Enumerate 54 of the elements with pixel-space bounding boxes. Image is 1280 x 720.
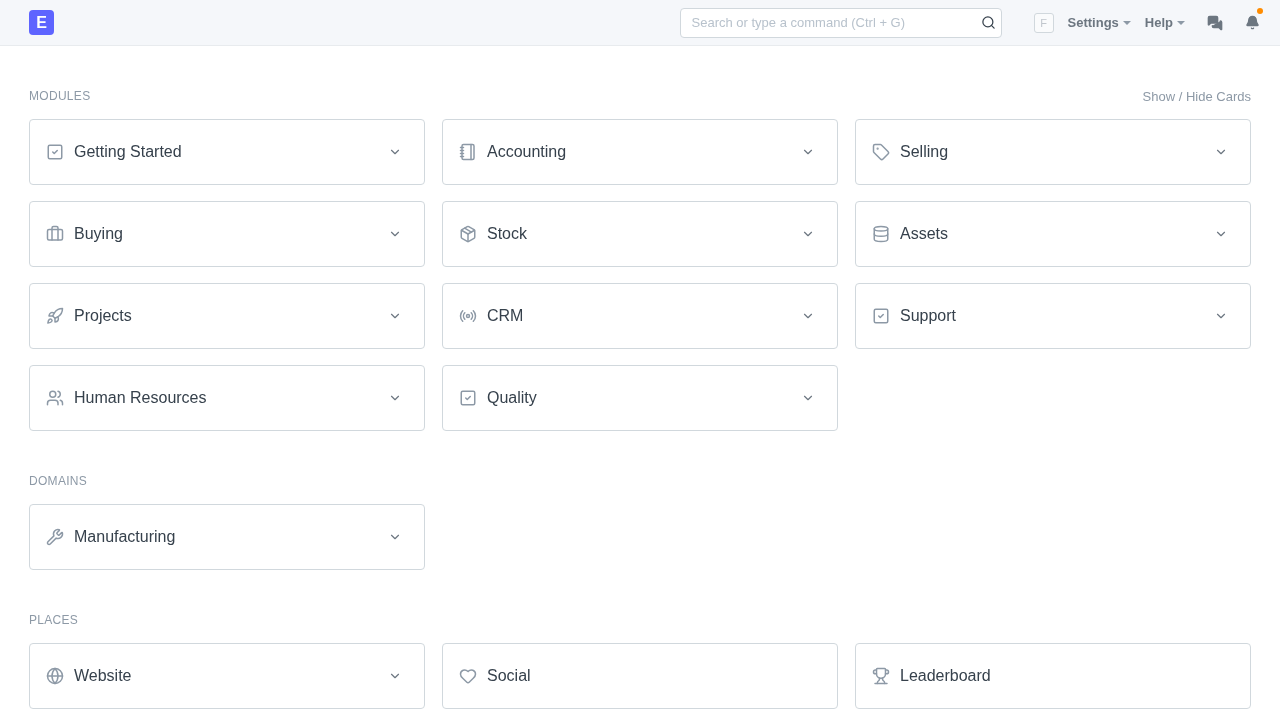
module-card[interactable]: Support xyxy=(855,283,1251,349)
tag-icon xyxy=(872,143,890,161)
card-label: Selling xyxy=(900,143,950,161)
trophy-icon xyxy=(872,667,890,685)
menu-dropdown[interactable]: Settings xyxy=(1067,15,1131,30)
people-icon xyxy=(46,389,64,407)
menu-dropdown[interactable]: Help xyxy=(1144,15,1185,30)
heart-icon xyxy=(459,667,477,685)
search-field[interactable]: Search or type a command (Ctrl + G) xyxy=(679,7,1002,38)
app-logo[interactable]: E xyxy=(29,10,54,35)
section-title: DOMAINS xyxy=(29,474,88,488)
globe-icon xyxy=(46,667,64,685)
checkbox-icon xyxy=(46,143,64,161)
module-card[interactable]: Getting Started xyxy=(29,119,425,185)
database-icon xyxy=(872,225,890,243)
checkbox-icon xyxy=(872,307,890,325)
rocket-icon xyxy=(46,307,64,325)
module-card[interactable]: Projects xyxy=(29,283,425,349)
module-card[interactable]: Social xyxy=(442,643,838,709)
card-label: Support xyxy=(900,307,958,325)
module-card[interactable]: Selling xyxy=(855,119,1251,185)
briefcase-icon xyxy=(46,225,64,243)
section-title: MODULES xyxy=(29,89,91,103)
module-card[interactable]: Leaderboard xyxy=(855,643,1251,709)
wrench-icon xyxy=(46,528,64,546)
module-card[interactable]: Human Resources xyxy=(29,365,425,431)
section-title: PLACES xyxy=(29,613,79,627)
module-card[interactable]: Manufacturing xyxy=(29,504,425,570)
module-card[interactable]: Buying xyxy=(29,201,425,267)
search-icon xyxy=(980,14,996,30)
box-icon xyxy=(459,225,477,243)
card-label: Getting Started xyxy=(74,143,183,161)
notebook-icon xyxy=(459,143,477,161)
module-card[interactable]: CRM xyxy=(442,283,838,349)
card-label: Human Resources xyxy=(74,389,208,407)
card-label: Stock xyxy=(487,225,528,243)
checkbox-icon xyxy=(459,389,477,407)
card-label: Assets xyxy=(900,225,949,243)
card-label: CRM xyxy=(487,307,525,325)
module-card[interactable]: Quality xyxy=(442,365,838,431)
card-label: Projects xyxy=(74,307,133,325)
module-card[interactable]: Stock xyxy=(442,201,838,267)
card-label: Manufacturing xyxy=(74,528,177,546)
card-label: Buying xyxy=(74,225,124,243)
card-label: Quality xyxy=(487,389,538,407)
card-label: Social xyxy=(487,667,532,685)
module-card[interactable]: Assets xyxy=(855,201,1251,267)
card-label: Accounting xyxy=(487,143,568,161)
module-card[interactable]: Accounting xyxy=(442,119,838,185)
module-card[interactable]: Website xyxy=(29,643,425,709)
card-label: Website xyxy=(74,667,133,685)
broadcast-icon xyxy=(459,307,477,325)
card-label: Leaderboard xyxy=(900,667,992,685)
chat-icon[interactable] xyxy=(1207,14,1223,31)
